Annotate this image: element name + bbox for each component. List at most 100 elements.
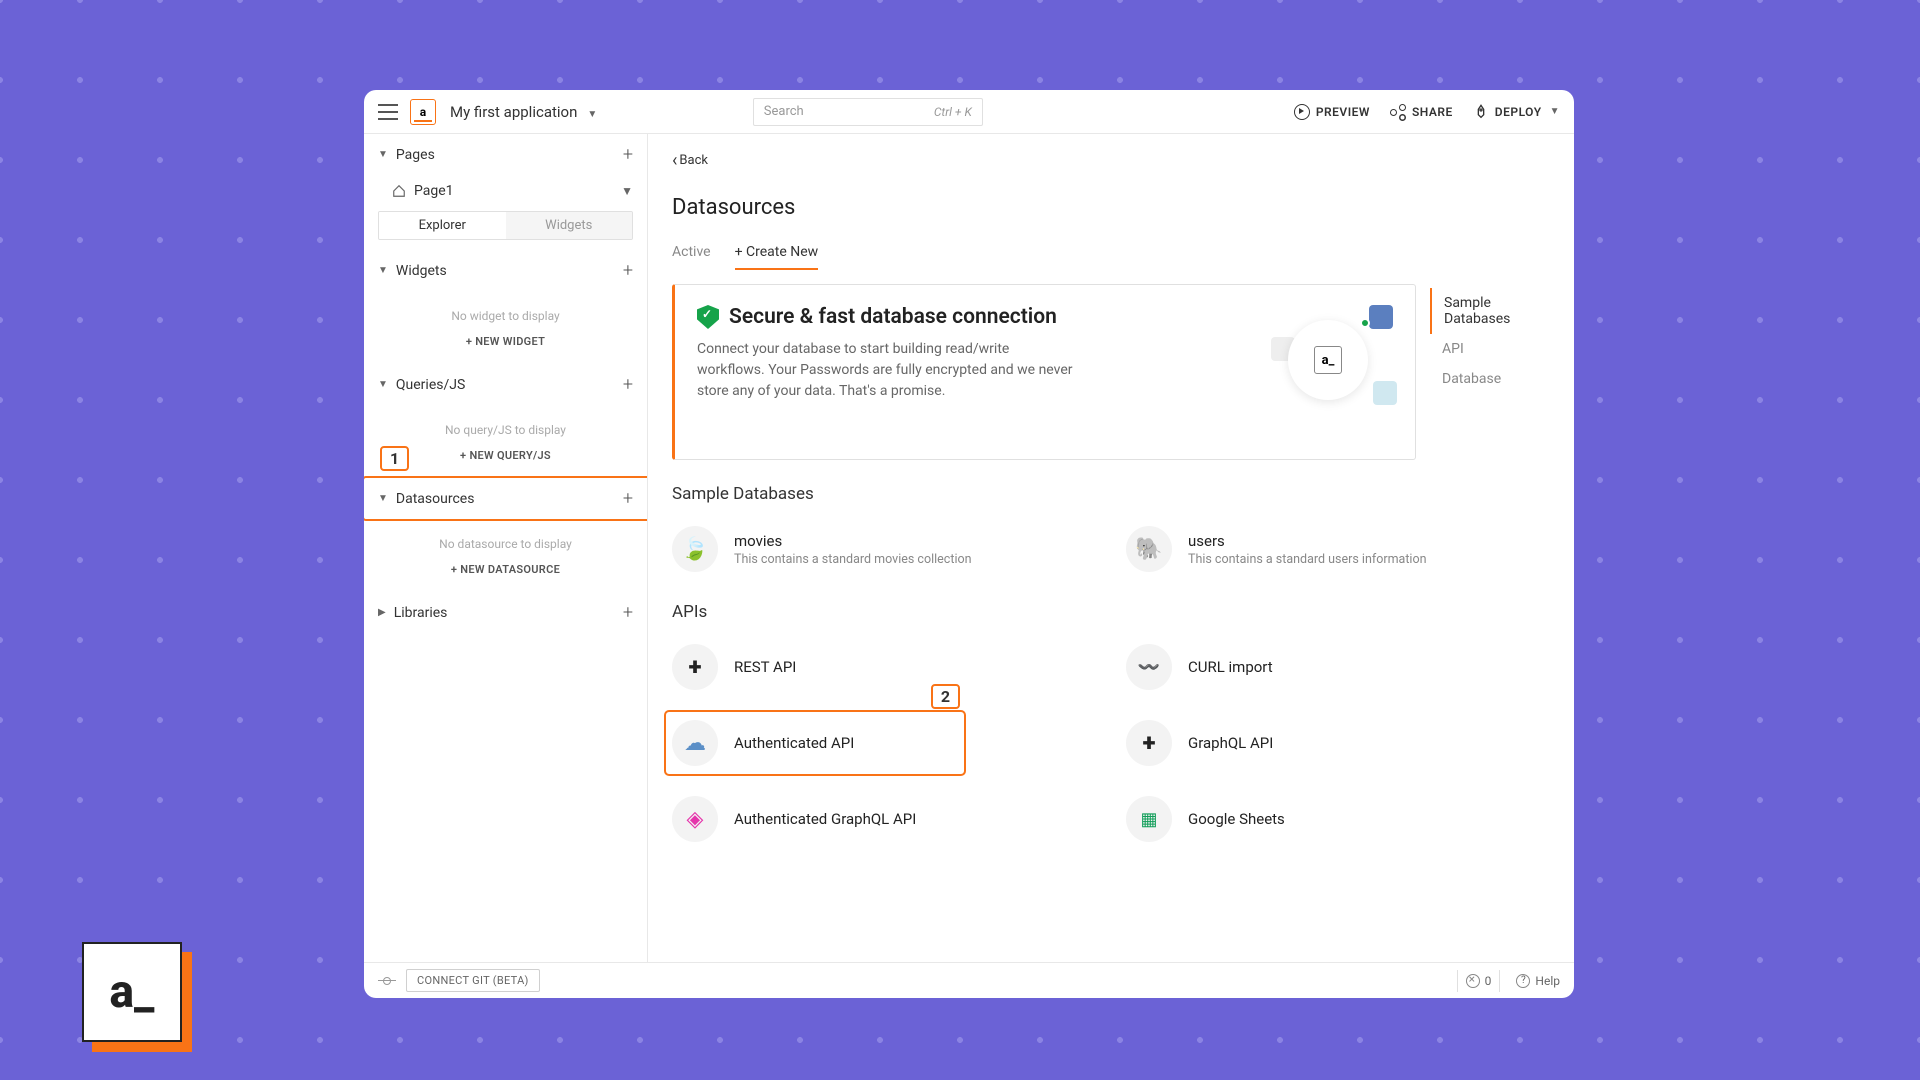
preview-button[interactable]: PREVIEW	[1294, 104, 1370, 120]
app-name-label: My first application	[450, 103, 577, 121]
search-input[interactable]: Search Ctrl + K	[753, 98, 983, 126]
datasource-users[interactable]: 🐘 users This contains a standard users i…	[1126, 520, 1550, 578]
brand-corner-logo: a_	[82, 942, 182, 1042]
datasources-label: Datasources	[396, 491, 475, 507]
explorer-widgets-toggle: Explorer Widgets	[378, 211, 633, 240]
help-label: Help	[1535, 974, 1560, 988]
page-name: Page1	[414, 183, 454, 199]
search-placeholder: Search	[764, 104, 804, 119]
ds-title: Authenticated GraphQL API	[734, 810, 916, 828]
share-button[interactable]: SHARE	[1390, 104, 1453, 120]
datasource-category-nav: Sample Databases API Database	[1430, 284, 1550, 460]
app-name-dropdown[interactable]: My first application ▼	[450, 102, 597, 121]
section-sample-databases: Sample Databases	[672, 484, 1550, 504]
add-query-button[interactable]: +	[623, 374, 633, 395]
footer-bar: CONNECT GIT (BETA) 0 ? Help	[364, 962, 1574, 998]
queries-label: Queries/JS	[396, 377, 465, 393]
add-widget-button[interactable]: +	[623, 260, 633, 281]
menu-icon[interactable]	[378, 104, 398, 120]
datasources-empty-hint: No datasource to display	[364, 519, 647, 555]
brand-logo-text: a_	[82, 942, 182, 1042]
datasource-curl-import[interactable]: 〰️ CURL import	[1126, 638, 1550, 696]
sidebar-page-item[interactable]: Page1 ▼	[364, 175, 647, 207]
ds-subtitle: This contains a standard users informati…	[1188, 552, 1427, 567]
ds-title: users	[1188, 532, 1427, 550]
graphql-icon: ◈	[672, 796, 718, 842]
ds-title: CURL import	[1188, 658, 1273, 676]
banner-description: Connect your database to start building …	[697, 339, 1077, 402]
queries-empty-hint: No query/JS to display	[364, 405, 647, 441]
add-datasource-button[interactable]: +	[623, 488, 633, 509]
error-icon	[1466, 974, 1480, 988]
mongodb-icon: 🍃	[672, 526, 718, 572]
shield-check-icon	[697, 305, 719, 329]
back-button[interactable]: Back	[672, 150, 708, 171]
widgets-label: Widgets	[396, 263, 447, 279]
tab-create-new[interactable]: Create New	[735, 244, 819, 270]
section-apis: APIs	[672, 602, 1550, 622]
connect-git-button[interactable]: CONNECT GIT (BETA)	[406, 969, 540, 992]
ds-title: GraphQL API	[1188, 734, 1273, 752]
search-shortcut: Ctrl + K	[934, 105, 972, 119]
home-icon	[392, 184, 406, 198]
tab-explorer[interactable]: Explorer	[379, 212, 506, 239]
google-sheets-icon: ▦	[1126, 796, 1172, 842]
rocket-icon	[1473, 104, 1489, 120]
new-widget-button[interactable]: NEW WIDGET	[364, 327, 647, 364]
nav-api[interactable]: API	[1430, 334, 1550, 364]
curl-icon: 〰️	[1126, 644, 1172, 690]
ds-title: movies	[734, 532, 972, 550]
plus-icon: +	[1126, 720, 1172, 766]
tab-active[interactable]: Active	[672, 244, 711, 270]
chevron-down-icon: ▼	[378, 379, 388, 390]
plus-icon: +	[672, 644, 718, 690]
help-icon: ?	[1516, 974, 1530, 988]
share-label: SHARE	[1412, 105, 1453, 119]
datasource-rest-api[interactable]: + REST API	[672, 638, 1096, 696]
help-button[interactable]: ? Help	[1516, 974, 1560, 988]
sidebar-section-datasources[interactable]: ▼ Datasources +	[364, 478, 647, 519]
ds-title: REST API	[734, 658, 796, 676]
datasource-authenticated-api[interactable]: 2 ☁ Authenticated API	[672, 714, 1096, 772]
error-count-value: 0	[1485, 974, 1492, 988]
chevron-down-icon: ▼	[378, 493, 388, 504]
app-logo[interactable]: a	[410, 99, 436, 125]
error-count-button[interactable]: 0	[1457, 970, 1501, 992]
chevron-down-icon: ▼	[378, 149, 388, 160]
postgres-icon: 🐘	[1126, 526, 1172, 572]
ds-title: Authenticated API	[734, 734, 854, 752]
git-commit-icon	[378, 972, 396, 990]
annotation-marker-1: 1	[380, 446, 409, 471]
chevron-down-icon: ▼	[621, 184, 633, 198]
nav-sample-databases[interactable]: Sample Databases	[1430, 288, 1550, 334]
datasource-google-sheets[interactable]: ▦ Google Sheets	[1126, 790, 1550, 848]
add-library-button[interactable]: +	[623, 602, 633, 623]
banner-illustration: a_	[1263, 305, 1393, 415]
deploy-label: DEPLOY	[1495, 105, 1542, 119]
play-icon	[1294, 104, 1310, 120]
new-datasource-button[interactable]: NEW DATASOURCE	[364, 555, 647, 592]
datasource-movies[interactable]: 🍃 movies This contains a standard movies…	[672, 520, 1096, 578]
sidebar-section-widgets[interactable]: ▼ Widgets +	[364, 250, 647, 291]
add-page-button[interactable]: +	[623, 144, 633, 165]
annotation-marker-2: 2	[931, 684, 960, 709]
datasource-authenticated-graphql[interactable]: ◈ Authenticated GraphQL API	[672, 790, 1096, 848]
sidebar: ▼ Pages + Page1 ▼ Explorer Widgets ▼ Wid	[364, 134, 648, 962]
nav-database[interactable]: Database	[1430, 364, 1550, 394]
datasource-graphql-api[interactable]: + GraphQL API	[1126, 714, 1550, 772]
ds-title: Google Sheets	[1188, 810, 1285, 828]
share-icon	[1390, 104, 1406, 120]
chevron-right-icon: ▶	[378, 607, 386, 618]
tab-widgets[interactable]: Widgets	[506, 212, 633, 239]
sidebar-section-libraries[interactable]: ▶ Libraries +	[364, 592, 647, 633]
chevron-down-icon: ▼	[1550, 106, 1560, 117]
connection-banner: Secure & fast database connection Connec…	[672, 284, 1416, 460]
sidebar-section-pages[interactable]: ▼ Pages +	[364, 134, 647, 175]
app-window: a My first application ▼ Search Ctrl + K…	[364, 90, 1574, 998]
ds-subtitle: This contains a standard movies collecti…	[734, 552, 972, 567]
page-title: Datasources	[672, 195, 1550, 220]
sidebar-section-queries[interactable]: ▼ Queries/JS +	[364, 364, 647, 405]
deploy-button[interactable]: DEPLOY ▼	[1473, 104, 1560, 120]
libraries-label: Libraries	[394, 605, 448, 621]
widgets-empty-hint: No widget to display	[364, 291, 647, 327]
